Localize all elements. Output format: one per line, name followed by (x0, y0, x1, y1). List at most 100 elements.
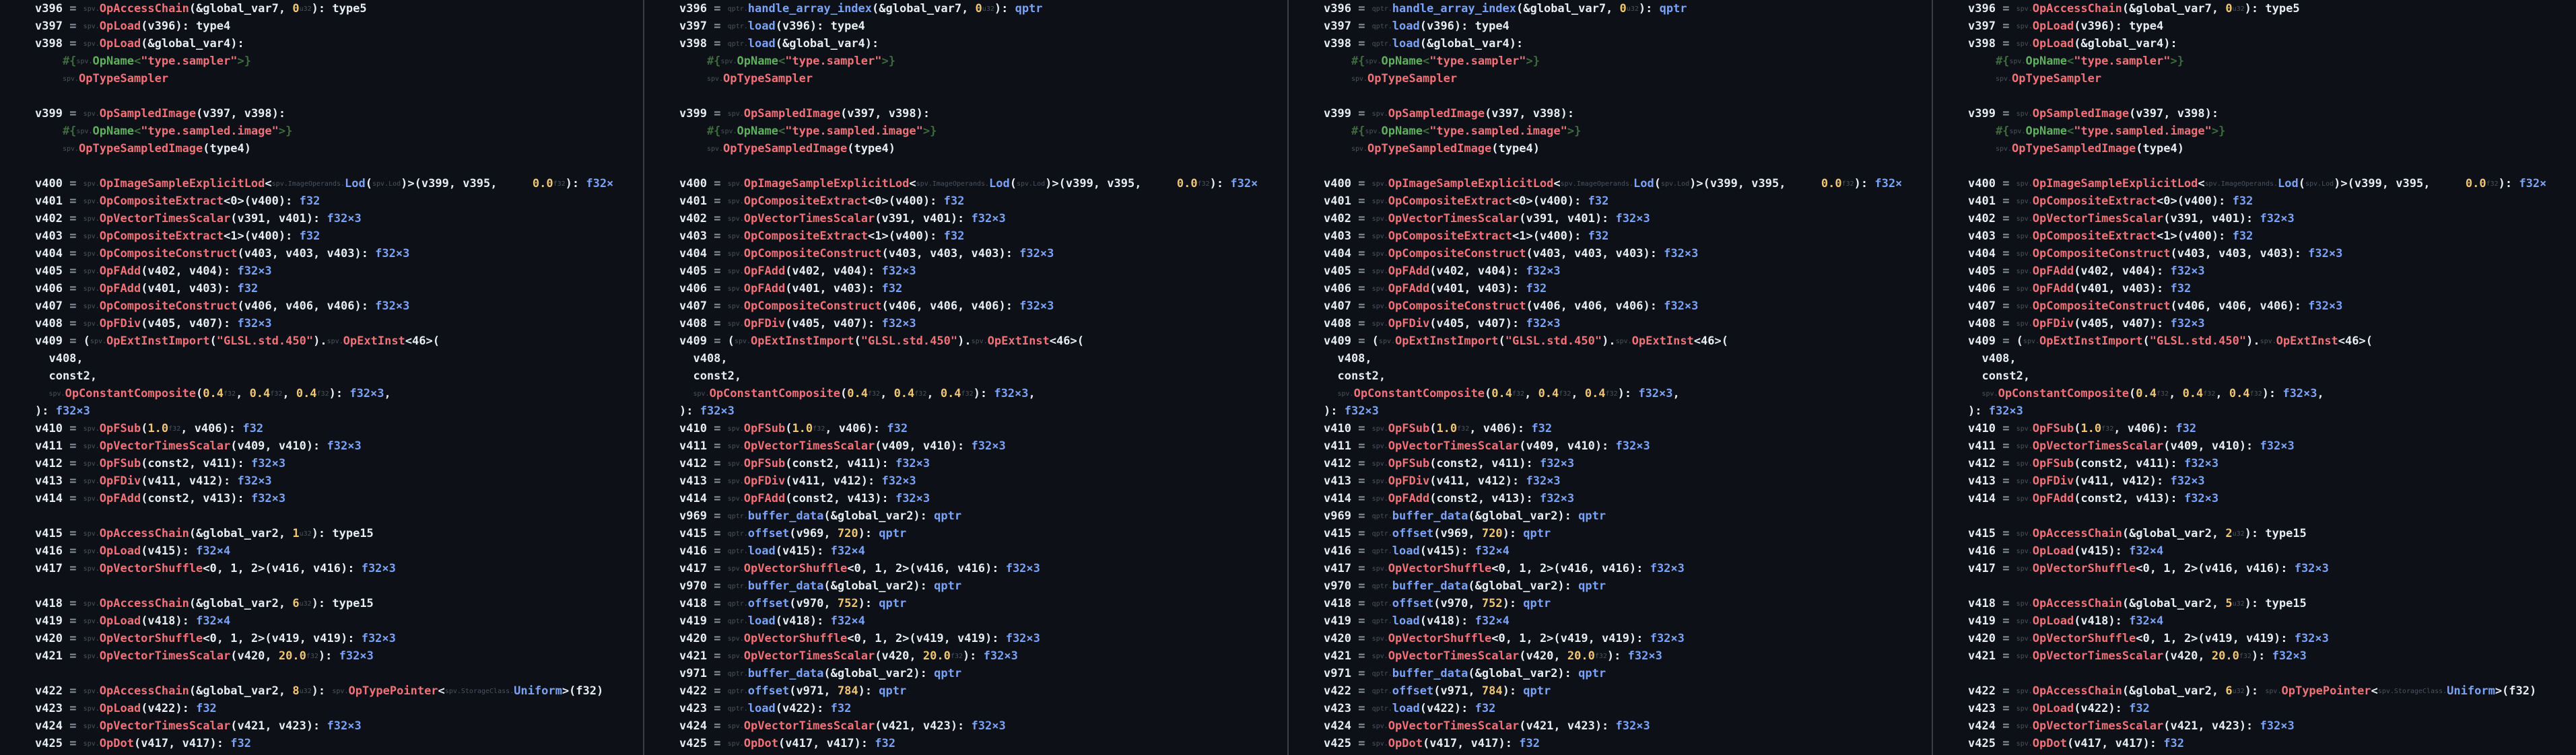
code-line[interactable]: v417 = spv.OpVectorShuffle<0, 1, 2>(v416… (679, 560, 1287, 577)
code-line[interactable]: v408 = spv.OpFDiv(v405, v407): f32×3 (679, 315, 1287, 332)
code-line[interactable]: v404 = spv.OpCompositeConstruct(v403, v4… (1324, 245, 1932, 262)
code-line[interactable]: v404 = spv.OpCompositeConstruct(v403, v4… (35, 245, 643, 262)
code-line[interactable]: v415 = qptr.offset(v969, 720): qptr (1324, 525, 1932, 542)
code-line[interactable]: v422 = qptr.offset(v971, 784): qptr (1324, 682, 1932, 700)
code-line[interactable]: v421 = spv.OpVectorTimesScalar(v420, 20.… (1324, 647, 1932, 665)
code-line[interactable]: v413 = spv.OpFDiv(v411, v412): f32×3 (1968, 472, 2576, 490)
code-line[interactable]: spv.OpTypeSampledImage(type4) (35, 140, 643, 157)
code-line[interactable]: v421 = spv.OpVectorTimesScalar(v420, 20.… (35, 647, 643, 665)
code-line[interactable]: v414 = spv.OpFAdd(const2, v413): f32×3 (1968, 490, 2576, 507)
code-line[interactable]: v411 = spv.OpVectorTimesScalar(v409, v41… (679, 437, 1287, 455)
code-line[interactable]: v425 = spv.OpDot(v417, v417): f32 (35, 735, 643, 752)
code-line[interactable] (679, 87, 1287, 105)
code-line[interactable]: v415 = spv.OpAccessChain(&global_var2, 2… (1968, 525, 2576, 542)
code-line[interactable]: v412 = spv.OpFSub(const2, v411): f32×3 (679, 455, 1287, 472)
code-line[interactable]: v408, (679, 350, 1287, 367)
code-line[interactable]: v409 = (spv.OpExtInstImport("GLSL.std.45… (1324, 332, 1932, 350)
code-line[interactable]: v398 = qptr.load(&global_var4): (679, 35, 1287, 52)
code-line[interactable] (35, 665, 643, 682)
code-line[interactable] (35, 157, 643, 175)
code-line[interactable] (1968, 157, 2576, 175)
code-line[interactable]: v422 = spv.OpAccessChain(&global_var2, 6… (1968, 682, 2576, 700)
code-line[interactable]: #{spv.OpName<"type.sampled.image">} (679, 122, 1287, 140)
code-pane-1[interactable]: v396 = spv.OpAccessChain(&global_var7, 0… (0, 0, 643, 755)
code-line[interactable]: v402 = spv.OpVectorTimesScalar(v391, v40… (679, 210, 1287, 227)
code-line[interactable]: v423 = qptr.load(v422): f32 (679, 700, 1287, 717)
code-line[interactable]: v420 = spv.OpVectorShuffle<0, 1, 2>(v419… (1968, 630, 2576, 647)
code-line[interactable]: v418 = qptr.offset(v970, 752): qptr (679, 595, 1287, 612)
code-line[interactable]: v408, (1324, 350, 1932, 367)
code-line[interactable]: v416 = qptr.load(v415): f32×4 (679, 542, 1287, 560)
code-line[interactable]: v412 = spv.OpFSub(const2, v411): f32×3 (1968, 455, 2576, 472)
code-line[interactable]: v408 = spv.OpFDiv(v405, v407): f32×3 (1968, 315, 2576, 332)
code-line[interactable]: v410 = spv.OpFSub(1.0f32, v406): f32 (679, 420, 1287, 437)
code-line[interactable]: v403 = spv.OpCompositeExtract<1>(v400): … (1968, 227, 2576, 245)
code-line[interactable]: v418 = qptr.offset(v970, 752): qptr (1324, 595, 1932, 612)
code-line[interactable]: v408, (1968, 350, 2576, 367)
code-line[interactable]: spv.OpTypeSampler (1324, 70, 1932, 87)
code-line[interactable]: v416 = spv.OpLoad(v415): f32×4 (1968, 542, 2576, 560)
code-line[interactable]: v406 = spv.OpFAdd(v401, v403): f32 (679, 280, 1287, 297)
code-line[interactable]: v424 = spv.OpVectorTimesScalar(v421, v42… (1324, 717, 1932, 735)
code-line[interactable]: v413 = spv.OpFDiv(v411, v412): f32×3 (1324, 472, 1932, 490)
code-line[interactable]: v423 = spv.OpLoad(v422): f32 (35, 700, 643, 717)
code-line[interactable]: v405 = spv.OpFAdd(v402, v404): f32×3 (1324, 262, 1932, 280)
code-line[interactable]: v421 = spv.OpVectorTimesScalar(v420, 20.… (679, 647, 1287, 665)
code-line[interactable]: v414 = spv.OpFAdd(const2, v413): f32×3 (1324, 490, 1932, 507)
code-line[interactable]: v407 = spv.OpCompositeConstruct(v406, v4… (1324, 297, 1932, 315)
code-line[interactable]: v403 = spv.OpCompositeExtract<1>(v400): … (679, 227, 1287, 245)
code-line[interactable]: v413 = spv.OpFDiv(v411, v412): f32×3 (35, 472, 643, 490)
code-line[interactable]: v419 = qptr.load(v418): f32×4 (1324, 612, 1932, 630)
code-line[interactable]: v412 = spv.OpFSub(const2, v411): f32×3 (1324, 455, 1932, 472)
code-line[interactable]: v399 = spv.OpSampledImage(v397, v398): (679, 105, 1287, 122)
code-line[interactable]: v969 = qptr.buffer_data(&global_var2): q… (1324, 507, 1932, 525)
code-line[interactable]: v415 = spv.OpAccessChain(&global_var2, 1… (35, 525, 643, 542)
code-line[interactable]: spv.OpTypeSampler (1968, 70, 2576, 87)
code-line[interactable]: v411 = spv.OpVectorTimesScalar(v409, v41… (1324, 437, 1932, 455)
code-line[interactable]: v424 = spv.OpVectorTimesScalar(v421, v42… (679, 717, 1287, 735)
code-line[interactable]: v400 = spv.OpImageSampleExplicitLod<spv.… (35, 175, 643, 192)
code-pane-4[interactable]: v396 = spv.OpAccessChain(&global_var7, 0… (1933, 0, 2576, 755)
code-line[interactable] (1968, 507, 2576, 525)
code-line[interactable]: v411 = spv.OpVectorTimesScalar(v409, v41… (35, 437, 643, 455)
code-line[interactable]: #{spv.OpName<"type.sampler">} (1968, 52, 2576, 70)
code-line[interactable]: v425 = spv.OpDot(v417, v417): f32 (1968, 735, 2576, 752)
code-line[interactable] (1324, 157, 1932, 175)
code-line[interactable]: v412 = spv.OpFSub(const2, v411): f32×3 (35, 455, 643, 472)
code-line[interactable] (1968, 665, 2576, 682)
code-line[interactable]: spv.OpTypeSampler (35, 70, 643, 87)
code-line[interactable] (35, 577, 643, 595)
code-line[interactable]: #{spv.OpName<"type.sampled.image">} (35, 122, 643, 140)
code-line[interactable]: v397 = spv.OpLoad(v396): type4 (1968, 17, 2576, 35)
code-line[interactable]: v408 = spv.OpFDiv(v405, v407): f32×3 (35, 315, 643, 332)
code-line[interactable]: v970 = qptr.buffer_data(&global_var2): q… (679, 577, 1287, 595)
code-line[interactable]: v396 = spv.OpAccessChain(&global_var7, 0… (35, 0, 643, 17)
code-line[interactable]: v396 = qptr.handle_array_index(&global_v… (1324, 0, 1932, 17)
code-line[interactable]: v401 = spv.OpCompositeExtract<0>(v400): … (1324, 192, 1932, 210)
code-line[interactable]: v419 = spv.OpLoad(v418): f32×4 (35, 612, 643, 630)
code-line[interactable] (679, 157, 1287, 175)
code-line[interactable] (1324, 87, 1932, 105)
code-line[interactable]: const2, (1324, 367, 1932, 385)
code-line[interactable]: v399 = spv.OpSampledImage(v397, v398): (1324, 105, 1932, 122)
code-line[interactable]: v406 = spv.OpFAdd(v401, v403): f32 (1968, 280, 2576, 297)
code-line[interactable]: v397 = spv.OpLoad(v396): type4 (35, 17, 643, 35)
code-line[interactable]: ): f32×3 (35, 402, 643, 420)
code-line[interactable]: #{spv.OpName<"type.sampled.image">} (1324, 122, 1932, 140)
code-line[interactable]: spv.OpTypeSampledImage(type4) (679, 140, 1287, 157)
code-line[interactable]: v419 = qptr.load(v418): f32×4 (679, 612, 1287, 630)
code-line[interactable]: v401 = spv.OpCompositeExtract<0>(v400): … (35, 192, 643, 210)
code-line[interactable]: v407 = spv.OpCompositeConstruct(v406, v4… (35, 297, 643, 315)
code-line[interactable]: v400 = spv.OpImageSampleExplicitLod<spv.… (679, 175, 1287, 192)
code-line[interactable]: v410 = spv.OpFSub(1.0f32, v406): f32 (1324, 420, 1932, 437)
code-line[interactable]: v424 = spv.OpVectorTimesScalar(v421, v42… (35, 717, 643, 735)
code-line[interactable]: v409 = (spv.OpExtInstImport("GLSL.std.45… (679, 332, 1287, 350)
code-line[interactable]: v398 = qptr.load(&global_var4): (1324, 35, 1932, 52)
code-line[interactable]: v417 = spv.OpVectorShuffle<0, 1, 2>(v416… (1324, 560, 1932, 577)
code-line[interactable]: #{spv.OpName<"type.sampled.image">} (1968, 122, 2576, 140)
code-line[interactable]: v405 = spv.OpFAdd(v402, v404): f32×3 (1968, 262, 2576, 280)
code-pane-2[interactable]: v396 = qptr.handle_array_index(&global_v… (644, 0, 1287, 755)
code-line[interactable]: v425 = spv.OpDot(v417, v417): f32 (1324, 735, 1932, 752)
code-line[interactable]: v418 = spv.OpAccessChain(&global_var2, 6… (35, 595, 643, 612)
code-line[interactable]: v402 = spv.OpVectorTimesScalar(v391, v40… (1968, 210, 2576, 227)
